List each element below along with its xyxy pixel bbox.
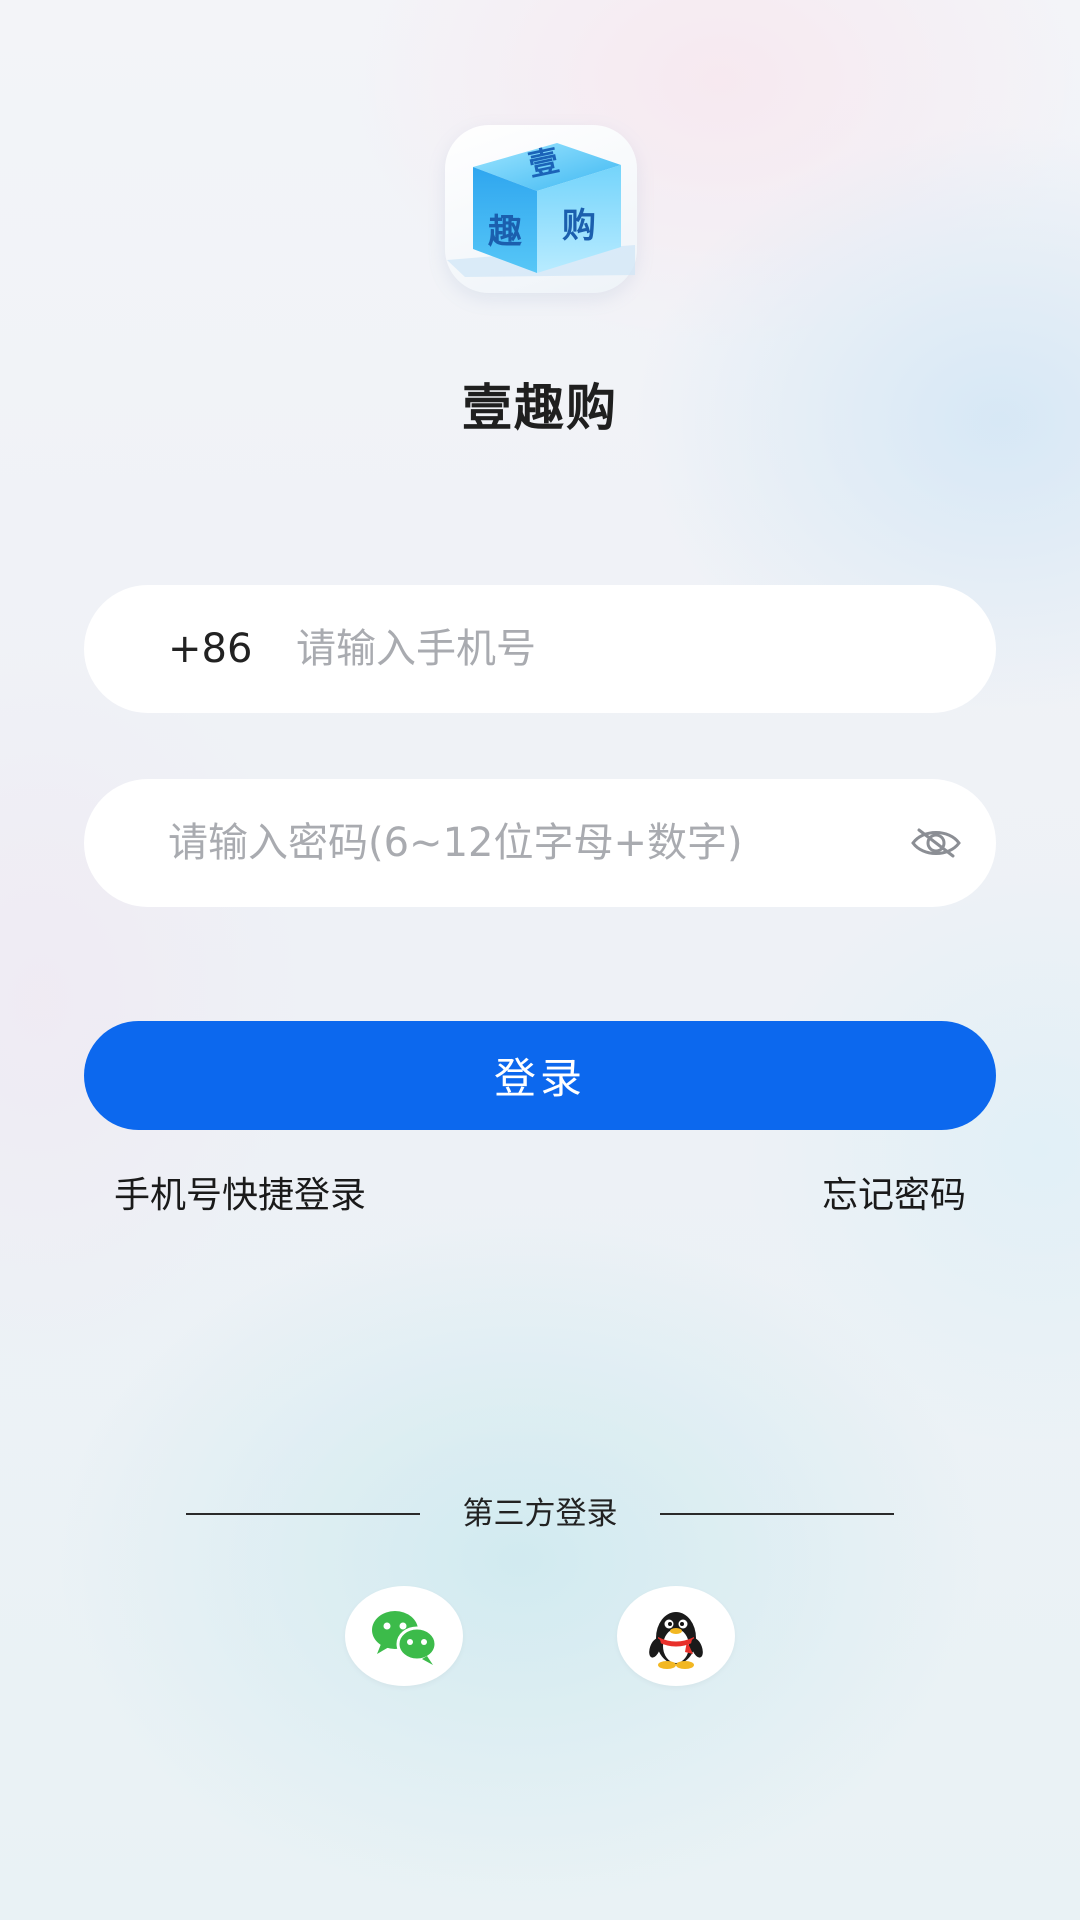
phone-input[interactable] [296,585,936,713]
third-party-label: 第三方登录 [462,1496,618,1532]
logo-cube-icon: 壹 趣 购 [447,143,635,277]
logo-char-2: 趣 [488,212,522,252]
wechat-login-button[interactable] [345,1586,463,1686]
forgot-password-link[interactable]: 忘记密码 [822,1172,966,1220]
divider-left [186,1513,420,1515]
app-title: 壹趣购 [462,379,618,437]
qq-login-button[interactable] [617,1586,735,1686]
quick-login-link[interactable]: 手机号快捷登录 [114,1172,366,1220]
app-logo: 壹 趣 购 [445,125,637,293]
password-field[interactable] [84,779,996,907]
divider-right [660,1513,894,1515]
eye-closed-icon[interactable] [910,821,962,865]
phone-field[interactable]: +86 [84,585,996,713]
logo-char-3: 购 [562,206,596,246]
password-input[interactable] [168,779,868,907]
qq-penguin-icon [649,1612,703,1669]
country-code-prefix[interactable]: +86 [168,585,252,713]
login-button[interactable]: 登录 [84,1021,996,1130]
wechat-icon [372,1611,438,1665]
